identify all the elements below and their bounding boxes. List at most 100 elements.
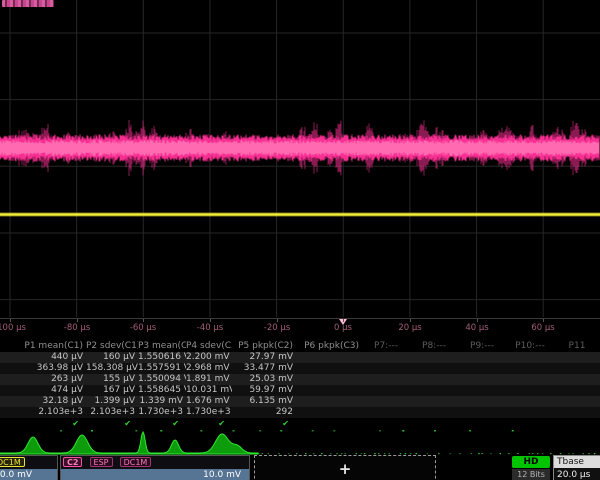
timebase-title: Tbase [554, 456, 600, 468]
measure-value-cell: 1.550616 V [138, 352, 186, 363]
measure-value-cell [362, 374, 410, 385]
measure-table-row: 2.103e+32.103e+31.730e+31.730e+3292 [0, 407, 600, 418]
measure-table-row: 440 µV160 µV1.550616 V2.200 mV27.97 mV [0, 352, 600, 363]
measure-value-cell: 2.200 mV [186, 352, 232, 363]
measure-value-cell: 1.399 µV [86, 396, 138, 407]
measure-value-cell [362, 396, 410, 407]
measure-param-header[interactable]: P11 [554, 340, 600, 352]
measure-param-header[interactable]: P3 mean(C2) [138, 340, 186, 352]
measure-value-cell: 2.968 mV [186, 363, 232, 374]
measure-value-cell: 10.031 mV [186, 385, 232, 396]
time-axis-label: 60 µs [531, 323, 554, 333]
measure-value-cell [296, 396, 362, 407]
measure-value-cell [410, 407, 458, 418]
measure-value-cell [296, 363, 362, 374]
measure-value-cell [506, 363, 554, 374]
plus-icon: + [339, 460, 352, 478]
c2-coupling-badge: DC1M [120, 457, 152, 467]
measure-value-cell [506, 396, 554, 407]
measure-value-cell [410, 396, 458, 407]
top-left-status-smudge [2, 0, 54, 7]
measure-value-cell: 1.558645 V [138, 385, 186, 396]
measure-value-cell: 160 µV [86, 352, 138, 363]
measure-value-cell [296, 407, 362, 418]
axis-tick [77, 319, 78, 322]
c2-noise-trace[interactable] [0, 120, 599, 176]
measure-value-cell [296, 374, 362, 385]
axis-tick [543, 319, 544, 322]
measure-param-header[interactable]: P7:--- [362, 340, 410, 352]
measure-table-row: 32.18 µV1.399 µV1.339 mV1.676 mV6.135 mV [0, 396, 600, 407]
measure-value-cell: 32.18 µV [0, 396, 86, 407]
measure-param-header[interactable]: P5 pkpk(C2) [232, 340, 296, 352]
measure-value-cell: 155 µV [86, 374, 138, 385]
measure-value-cell [506, 407, 554, 418]
measure-value-cell [554, 374, 600, 385]
measure-value-cell [554, 396, 600, 407]
add-trace-button[interactable]: + [254, 455, 436, 480]
measure-value-cell [554, 352, 600, 363]
measure-table-row: 263 µV155 µV1.550094 V1.891 mV25.03 mV [0, 374, 600, 385]
measure-value-cell [362, 363, 410, 374]
axis-tick [143, 319, 144, 322]
hd-mode-badge[interactable]: HD [512, 456, 550, 468]
c2-esp-badge: ESP [90, 457, 113, 467]
measure-table-header-row: P1 mean(C1)P2 sdev(C1)P3 mean(C2)P4 sdev… [0, 340, 600, 352]
measure-value-cell [554, 385, 600, 396]
measure-value-cell: 27.97 mV [232, 352, 296, 363]
time-axis-label: -20 µs [264, 323, 290, 333]
measure-value-cell [554, 407, 600, 418]
measure-value-cell [362, 407, 410, 418]
measure-value-cell: 1.550094 V [138, 374, 186, 385]
measure-value-cell: 1.730e+3 [186, 407, 232, 418]
measure-value-cell [410, 385, 458, 396]
measure-value-cell [458, 396, 506, 407]
c1-coupling-badge: DC1M [0, 457, 25, 467]
time-axis-label: 0 µs [334, 323, 352, 333]
axis-tick [343, 319, 344, 322]
c2-channel-descriptor[interactable]: C2 ESP DC1M 10.0 mV [60, 455, 250, 480]
c1-channel-descriptor[interactable]: C1 DC1M 10.0 mV [0, 455, 58, 480]
measure-param-header[interactable]: P6 pkpk(C3) [296, 340, 362, 352]
measure-table-row: 474 µV167 µV1.558645 V10.031 mV59.97 mV [0, 385, 600, 396]
measure-value-cell [410, 352, 458, 363]
measure-param-header[interactable]: P4 sdev(C2) [186, 340, 232, 352]
measure-value-cell [362, 385, 410, 396]
measure-param-header[interactable]: P1 mean(C1) [0, 340, 86, 352]
measure-value-cell: 292 [232, 407, 296, 418]
axis-tick [210, 319, 211, 322]
measure-value-cell [554, 363, 600, 374]
timebase-descriptor[interactable]: Tbase 20.0 µs [553, 455, 600, 480]
measure-value-cell: 1.891 mV [186, 374, 232, 385]
measure-value-cell: 2.103e+3 [0, 407, 86, 418]
axis-tick [477, 319, 478, 322]
timebase-value: 20.0 µs [554, 468, 600, 480]
c2-channel-label: C2 [63, 457, 82, 467]
measure-value-cell: 25.03 mV [232, 374, 296, 385]
measure-value-cell: 158.308 µV [86, 363, 138, 374]
measure-value-cell: 474 µV [0, 385, 86, 396]
time-axis-label: -60 µs [130, 323, 156, 333]
measurement-table: P1 mean(C1)P2 sdev(C1)P3 mean(C2)P4 sdev… [0, 340, 600, 429]
measure-value-cell: 1.676 mV [186, 396, 232, 407]
measure-value-cell: 1.730e+3 [138, 407, 186, 418]
measure-value-cell: 1.557591 V [138, 363, 186, 374]
time-axis: -100 µs-80 µs-60 µs-40 µs-20 µs0 µs20 µs… [0, 318, 600, 335]
measure-value-cell [410, 374, 458, 385]
measure-param-header[interactable]: P9:--- [458, 340, 506, 352]
measure-value-cell: 33.477 mV [232, 363, 296, 374]
measure-param-header[interactable]: P10:--- [506, 340, 554, 352]
axis-tick [10, 319, 11, 322]
time-axis-label: -40 µs [197, 323, 223, 333]
measure-value-cell [458, 407, 506, 418]
measure-param-header[interactable]: P2 sdev(C1) [86, 340, 138, 352]
measure-param-header[interactable]: P8:--- [410, 340, 458, 352]
measure-value-cell [362, 352, 410, 363]
measure-value-cell: 59.97 mV [232, 385, 296, 396]
waveform-grid-area [0, 0, 600, 318]
axis-tick [277, 319, 278, 322]
measure-value-cell [506, 352, 554, 363]
measure-value-cell [296, 385, 362, 396]
histogram-trace[interactable] [0, 430, 595, 454]
measure-value-cell [458, 374, 506, 385]
